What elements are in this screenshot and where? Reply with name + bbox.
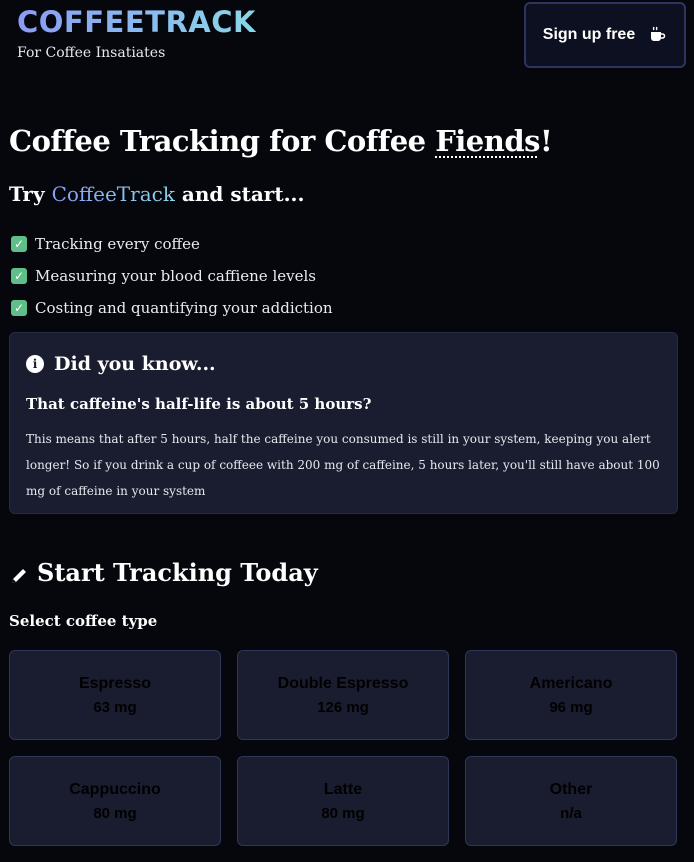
try-line: Try CoffeeTrack and start... (9, 182, 304, 206)
info-body: This means that after 5 hours, half the … (26, 432, 660, 498)
coffee-option-double-espresso[interactable]: Double Espresso 126 mg (237, 650, 449, 740)
feature-item: ✓ Costing and quantifying your addiction (11, 292, 333, 324)
feature-list: ✓ Tracking every coffee ✓ Measuring your… (11, 228, 333, 324)
info-question: That caffeine's half-life is about 5 hou… (26, 395, 372, 413)
feature-item: ✓ Measuring your blood caffiene levels (11, 260, 333, 292)
tracking-title-text: Start Tracking Today (37, 558, 318, 587)
coffee-name: Americano (529, 674, 613, 692)
coffee-name: Latte (323, 780, 363, 798)
select-coffee-label: Select coffee type (9, 612, 158, 630)
tracking-title: Start Tracking Today (9, 558, 318, 587)
feature-item: ✓ Tracking every coffee (11, 228, 333, 260)
coffee-caffeine: n/a (560, 804, 582, 822)
try-suffix: and start... (174, 182, 305, 206)
signup-label: Sign up free (542, 26, 636, 43)
check-icon: ✓ (11, 236, 27, 252)
app-logo[interactable]: COFFEETRACK (17, 8, 256, 37)
signup-button[interactable]: Sign up free (524, 2, 686, 68)
tagline: For Coffee Insatiates (17, 45, 166, 61)
coffee-name: Cappuccino (69, 780, 161, 798)
hero-title-prefix: Coffee Tracking for Coffee (9, 124, 436, 158)
feature-label: Costing and quantifying your addiction (35, 299, 333, 317)
coffee-name: Other (549, 780, 593, 798)
info-heading: i Did you know... (26, 353, 216, 375)
info-heading-text: Did you know... (54, 353, 216, 375)
check-icon: ✓ (11, 300, 27, 316)
coffee-caffeine: 63 mg (93, 698, 137, 716)
pencil-icon (9, 563, 29, 583)
coffee-caffeine: 96 mg (549, 698, 593, 716)
coffee-name: Double Espresso (277, 674, 409, 692)
feature-label: Measuring your blood caffiene levels (35, 267, 316, 285)
hero-title-suffix: ! (539, 124, 553, 158)
coffee-option-other[interactable]: Other n/a (465, 756, 677, 846)
try-prefix: Try (9, 182, 52, 206)
hero-title: Coffee Tracking for Coffee Fiends! (9, 124, 553, 158)
coffee-type-grid: Espresso 63 mg Double Espresso 126 mg Am… (9, 650, 678, 846)
try-brand: CoffeeTrack (51, 182, 175, 206)
coffee-caffeine: 80 mg (321, 804, 365, 822)
check-icon: ✓ (11, 268, 27, 284)
page: COFFEETRACK For Coffee Insatiates Sign u… (0, 0, 694, 862)
mug-hot-icon (649, 26, 667, 44)
coffee-caffeine: 126 mg (317, 698, 369, 716)
hero-title-emph: Fiends (435, 124, 540, 158)
feature-label: Tracking every coffee (35, 235, 200, 253)
coffee-option-latte[interactable]: Latte 80 mg (237, 756, 449, 846)
coffee-option-americano[interactable]: Americano 96 mg (465, 650, 677, 740)
coffee-caffeine: 80 mg (93, 804, 137, 822)
did-you-know-card: i Did you know... That caffeine's half-l… (9, 332, 678, 514)
coffee-name: Espresso (78, 674, 152, 692)
info-icon: i (26, 355, 44, 373)
coffee-option-cappuccino[interactable]: Cappuccino 80 mg (9, 756, 221, 846)
coffee-option-espresso[interactable]: Espresso 63 mg (9, 650, 221, 740)
header: COFFEETRACK For Coffee Insatiates Sign u… (8, 0, 686, 100)
